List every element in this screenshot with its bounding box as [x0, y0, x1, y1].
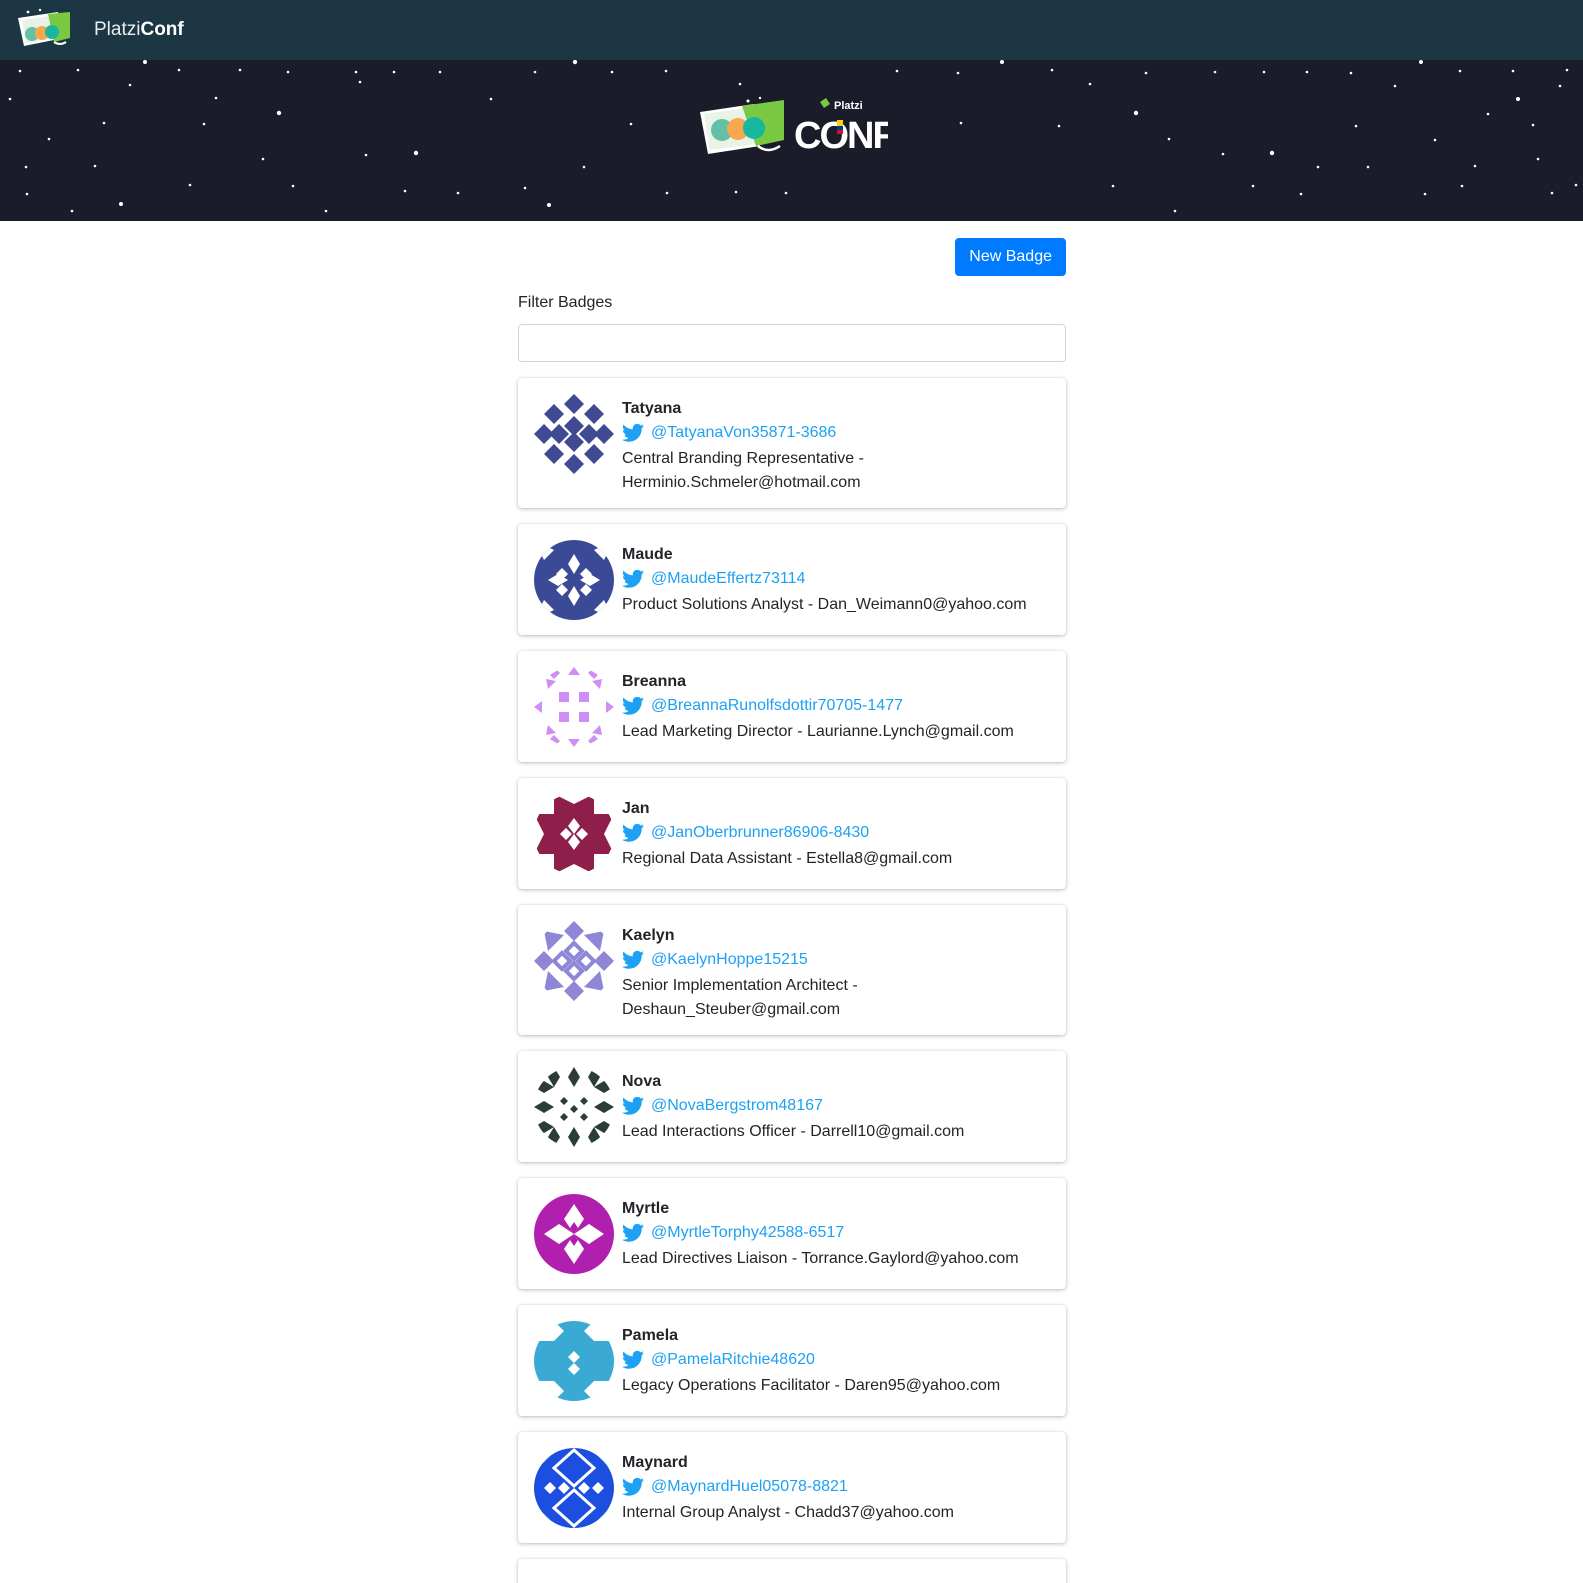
- twitter-handle: @MaudeEffertz73114: [651, 570, 806, 587]
- twitter-link[interactable]: @KaelynHoppe15215: [622, 948, 1050, 972]
- badge-name: Jan: [622, 800, 650, 817]
- twitter-icon: [622, 823, 644, 842]
- badge-info: Pamela @PamelaRitchie48620 Legacy Operat…: [622, 1325, 1050, 1398]
- avatar: [534, 921, 614, 1001]
- badge-job-email: Lead Interactions Officer - Darrell10@gm…: [622, 1123, 965, 1140]
- avatar: [534, 667, 614, 747]
- nav-brand[interactable]: Platzi Conf: [94, 19, 184, 41]
- twitter-icon: [622, 1350, 644, 1369]
- filter-label: Filter Badges: [518, 294, 613, 311]
- badge-meta-line1: Senior Implementation Architect -: [622, 977, 858, 994]
- badge-card[interactable]: Breanna @BreannaRunolfsdottir70705-1477 …: [518, 651, 1066, 762]
- badge-card[interactable]: Myrtle @MyrtleTorphy42588-6517 Lead Dire…: [518, 1178, 1066, 1289]
- twitter-icon: [622, 696, 644, 715]
- platziconf-logo-icon[interactable]: [14, 8, 76, 52]
- twitter-link[interactable]: @MaudeEffertz73114: [622, 567, 1050, 591]
- badge-info: Jan @JanOberbrunner86906-8430 Regional D…: [622, 798, 1050, 871]
- badge-info: Maynard @MaynardHuel05078-8821 Internal …: [622, 1452, 1050, 1525]
- badge-name: Tatyana: [622, 400, 682, 417]
- badge-meta-line2: Deshaun_Steuber@gmail.com: [622, 1001, 841, 1018]
- twitter-link[interactable]: @BreannaRunolfsdottir70705-1477: [622, 694, 1050, 718]
- avatar: [534, 1067, 614, 1147]
- new-badge-button[interactable]: New Badge: [955, 238, 1066, 276]
- hero-logo-small-text: Platzi: [834, 100, 863, 112]
- badge-name: Pamela: [622, 1327, 679, 1344]
- avatar: [534, 1448, 614, 1528]
- twitter-icon: [622, 950, 644, 969]
- hero-banner: Platzi CONF: [0, 60, 1583, 221]
- badge-info: Tatyana @TatyanaVon35871-3686 Central Br…: [622, 398, 1050, 495]
- twitter-handle: @BreannaRunolfsdottir70705-1477: [651, 697, 903, 714]
- badge-info: Kaelyn @KaelynHoppe15215 Senior Implemen…: [622, 925, 1050, 1022]
- badge-meta-line2: Herminio.Schmeler@hotmail.com: [622, 474, 861, 491]
- badge-card[interactable]: Nova @NovaBergstrom48167 Lead Interactio…: [518, 1051, 1066, 1162]
- twitter-handle: @PamelaRitchie48620: [651, 1351, 815, 1368]
- badge-name: Myrtle: [622, 1200, 670, 1217]
- badge-info: Myrtle @MyrtleTorphy42588-6517 Lead Dire…: [622, 1198, 1050, 1271]
- twitter-icon: [622, 569, 644, 588]
- badge-card[interactable]: Jan @JanOberbrunner86906-8430 Regional D…: [518, 778, 1066, 889]
- badge-info: Breanna @BreannaRunolfsdottir70705-1477 …: [622, 671, 1050, 744]
- twitter-link[interactable]: @MaynardHuel05078-8821: [622, 1475, 1050, 1499]
- twitter-icon: [622, 1477, 644, 1496]
- twitter-icon: [622, 423, 644, 442]
- badge-card[interactable]: Maude @MaudeEffertz73114 Product Solutio…: [518, 524, 1066, 635]
- badge-card-partial[interactable]: [518, 1559, 1066, 1583]
- badge-job-email: Legacy Operations Facilitator - Daren95@…: [622, 1377, 1001, 1394]
- nav-brand-bold: Conf: [140, 19, 184, 40]
- avatar: [534, 1194, 614, 1274]
- twitter-link[interactable]: @NovaBergstrom48167: [622, 1094, 1050, 1118]
- avatar: [534, 540, 614, 620]
- badge-job-email: Senior Implementation Architect - Deshau…: [622, 974, 1050, 1022]
- badge-name: Kaelyn: [622, 927, 675, 944]
- badge-card[interactable]: Tatyana @TatyanaVon35871-3686 Central Br…: [518, 378, 1066, 508]
- badge-job-email: Lead Marketing Director - Laurianne.Lync…: [622, 723, 1014, 740]
- twitter-link[interactable]: @MyrtleTorphy42588-6517: [622, 1221, 1050, 1245]
- twitter-handle: @NovaBergstrom48167: [651, 1097, 823, 1114]
- badge-job-email: Central Branding Representative - Hermin…: [622, 447, 1050, 495]
- badge-name: Maynard: [622, 1454, 688, 1471]
- twitter-link[interactable]: @JanOberbrunner86906-8430: [622, 821, 1050, 845]
- badge-job-email: Regional Data Assistant - Estella8@gmail…: [622, 850, 953, 867]
- twitter-link[interactable]: @TatyanaVon35871-3686: [622, 421, 1050, 445]
- badge-job-email: Product Solutions Analyst - Dan_Weimann0…: [622, 596, 1027, 613]
- badge-info: Maude @MaudeEffertz73114 Product Solutio…: [622, 544, 1050, 617]
- twitter-icon: [622, 1223, 644, 1242]
- twitter-link[interactable]: @PamelaRitchie48620: [622, 1348, 1050, 1372]
- twitter-handle: @MyrtleTorphy42588-6517: [651, 1224, 845, 1241]
- badge-card[interactable]: Kaelyn @KaelynHoppe15215 Senior Implemen…: [518, 905, 1066, 1035]
- badge-name: Nova: [622, 1073, 662, 1090]
- badge-card[interactable]: Maynard @MaynardHuel05078-8821 Internal …: [518, 1432, 1066, 1543]
- twitter-handle: @JanOberbrunner86906-8430: [651, 824, 870, 841]
- badge-info: Nova @NovaBergstrom48167 Lead Interactio…: [622, 1071, 1050, 1144]
- badge-card[interactable]: Pamela @PamelaRitchie48620 Legacy Operat…: [518, 1305, 1066, 1416]
- twitter-handle: @KaelynHoppe15215: [651, 951, 808, 968]
- avatar: [534, 794, 614, 874]
- badge-job-email: Internal Group Analyst - Chadd37@yahoo.c…: [622, 1504, 954, 1521]
- avatar: [534, 394, 614, 474]
- avatar: [534, 1321, 614, 1401]
- filter-input[interactable]: [518, 324, 1066, 362]
- platzi-conf-hero-logo: Platzi CONF: [700, 96, 888, 157]
- badge-name: Maude: [622, 546, 673, 563]
- twitter-handle: @TatyanaVon35871-3686: [651, 424, 837, 441]
- badge-name: Breanna: [622, 673, 687, 690]
- badge-job-email: Lead Directives Liaison - Torrance.Gaylo…: [622, 1250, 1019, 1267]
- navbar: Platzi Conf: [0, 0, 1583, 60]
- badge-meta-line1: Central Branding Representative -: [622, 450, 864, 467]
- twitter-handle: @MaynardHuel05078-8821: [651, 1478, 848, 1495]
- nav-brand-light: Platzi: [94, 19, 141, 40]
- twitter-icon: [622, 1096, 644, 1115]
